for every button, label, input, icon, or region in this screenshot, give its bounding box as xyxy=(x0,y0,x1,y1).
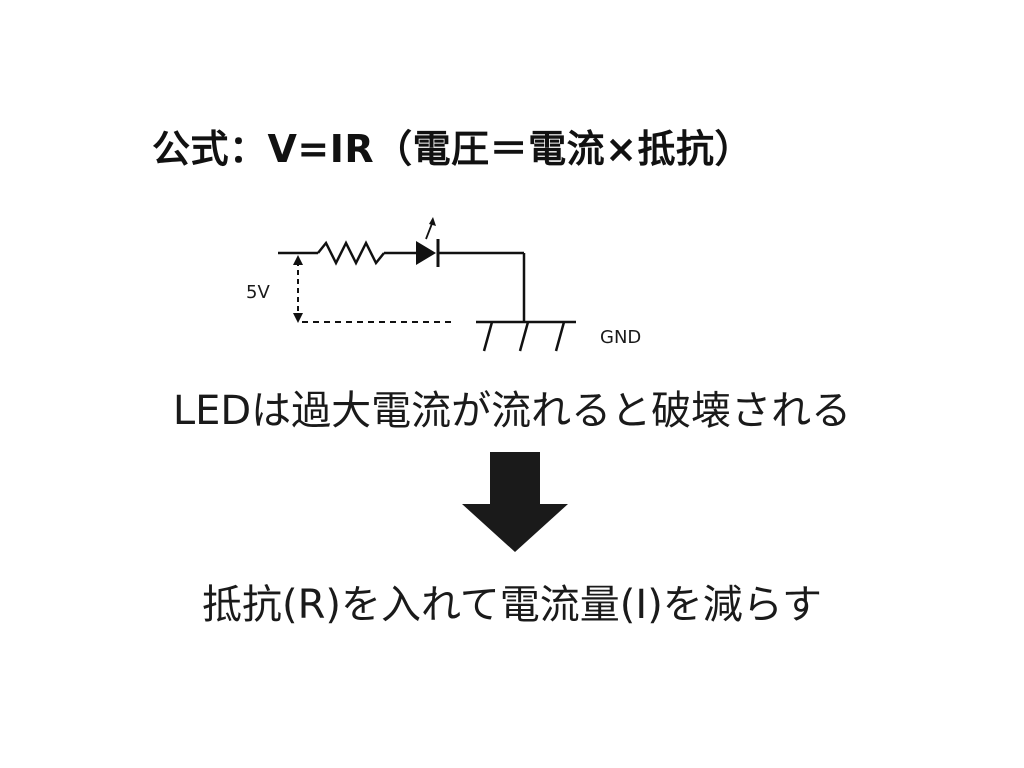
down-arrow-icon xyxy=(462,452,568,552)
voltage-label: 5V xyxy=(246,282,270,303)
voltage-arrow-icon xyxy=(293,255,303,323)
slide-title: 公式：V=IR（電圧＝電流×抵抗） xyxy=(152,127,753,171)
result-text: 抵抗(R)を入れて電流量(I)を減らす xyxy=(201,582,822,628)
slide: 公式：V=IR（電圧＝電流×抵抗） 5V GND LEDは過大電流が流れると破壊… xyxy=(0,0,1024,768)
resistor-icon xyxy=(317,240,385,266)
led-icon xyxy=(416,217,440,267)
circuit-diagram: 5V GND xyxy=(246,217,641,352)
ground-label: GND xyxy=(600,327,641,348)
ground-symbol-icon xyxy=(476,320,576,352)
statement-text: LEDは過大電流が流れると破壊される xyxy=(172,388,852,434)
